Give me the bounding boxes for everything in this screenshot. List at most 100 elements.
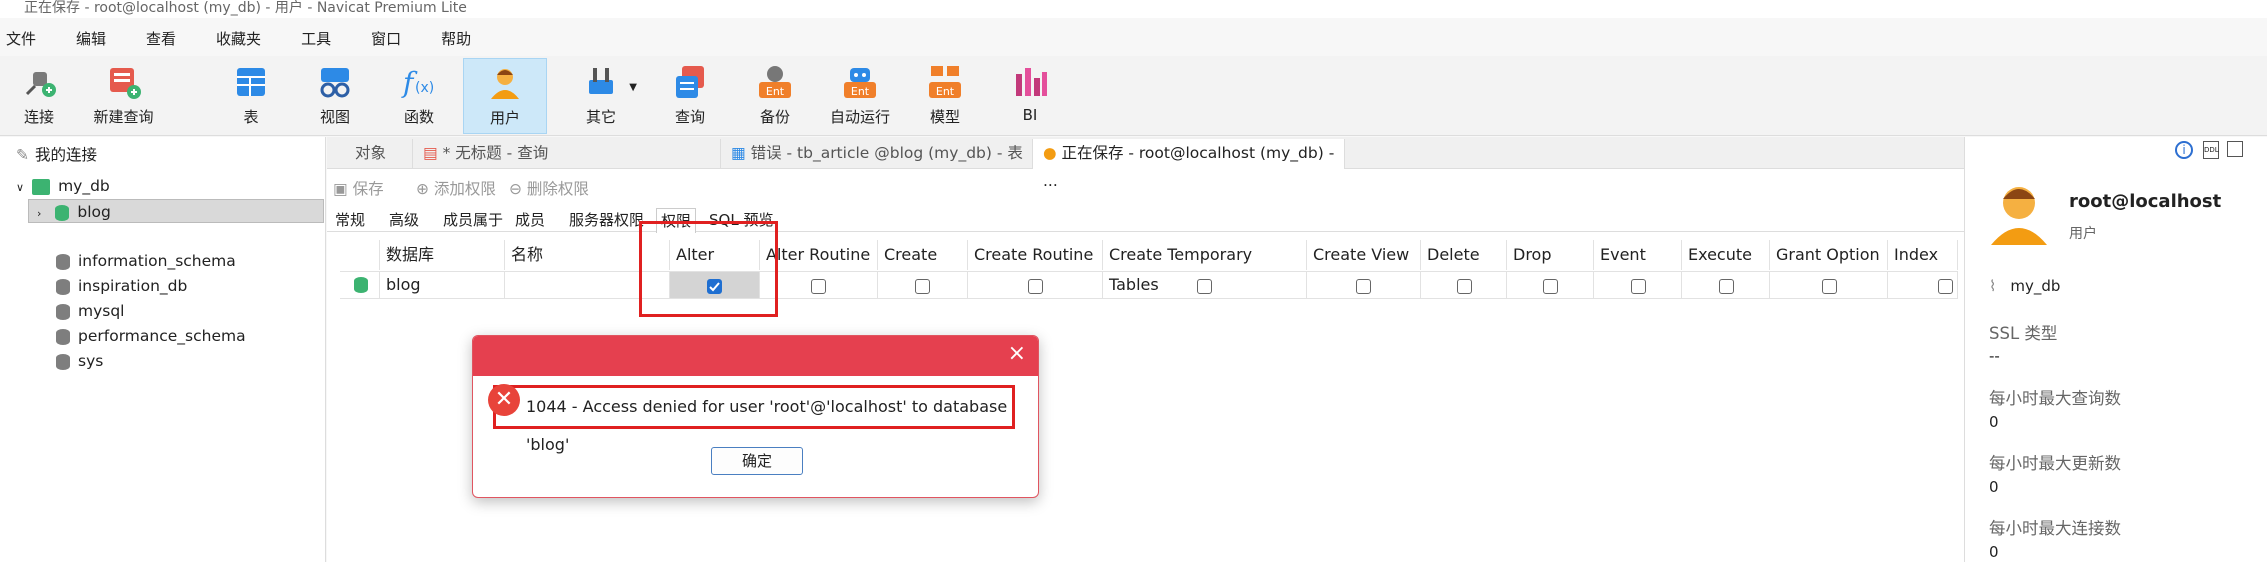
privilege-checkbox[interactable] xyxy=(1028,279,1043,294)
tree-item-database[interactable]: performance_schema xyxy=(56,324,246,348)
tab-tb-article[interactable]: ▦ 错误 - tb_article @blog (my_db) - 表 xyxy=(721,139,1033,169)
tab-untitled-query[interactable]: ▤ * 无标题 - 查询 xyxy=(413,139,721,169)
add-icon: ⊕ xyxy=(416,180,434,198)
column-header[interactable]: Index xyxy=(1888,240,1958,270)
tree-item-blog[interactable]: › blog xyxy=(28,199,324,223)
privilege-checkbox[interactable] xyxy=(1543,279,1558,294)
subtab-advanced[interactable]: 高级 xyxy=(389,208,419,232)
ok-button[interactable]: 确定 xyxy=(711,447,803,475)
toolbar-automation-button[interactable]: Ent 自动运行 xyxy=(818,58,902,134)
toolbar-connect-button[interactable]: 连接 xyxy=(4,58,74,134)
grid-cell-index[interactable] xyxy=(1888,271,1958,299)
toolbar-query-button[interactable]: 查询 xyxy=(655,58,725,134)
chevron-right-icon[interactable]: › xyxy=(37,207,41,220)
menu-favorites[interactable]: 收藏夹 xyxy=(216,28,261,50)
database-icon xyxy=(56,328,70,345)
tree-item-database[interactable]: mysql xyxy=(56,299,125,323)
menu-tools[interactable]: 工具 xyxy=(301,28,331,50)
field-value: 0 xyxy=(1989,543,1999,561)
close-icon[interactable]: × xyxy=(1008,342,1026,366)
grid-cell-create-routine[interactable] xyxy=(968,271,1103,299)
add-permission-button[interactable]: ⊕ 添加权限 xyxy=(416,176,496,202)
column-header[interactable]: Execute xyxy=(1682,240,1770,270)
menu-help[interactable]: 帮助 xyxy=(441,28,471,50)
save-button[interactable]: ▣ 保存 xyxy=(333,176,384,202)
grid-cell-delete[interactable] xyxy=(1421,271,1507,299)
database-icon xyxy=(56,278,70,295)
column-header[interactable]: 数据库 xyxy=(380,240,505,270)
toolbar-backup-button[interactable]: Ent 备份 xyxy=(740,58,810,134)
privilege-checkbox[interactable] xyxy=(1938,279,1953,294)
backup-icon: Ent xyxy=(757,64,793,100)
privilege-checkbox[interactable] xyxy=(1822,279,1837,294)
grid-cell-drop[interactable] xyxy=(1507,271,1594,299)
toolbar-function-button[interactable]: f (x) 函数 xyxy=(384,58,454,134)
layout-icon[interactable] xyxy=(2227,141,2243,157)
toolbar-table-button[interactable]: 表 xyxy=(216,58,286,134)
tree-item-my-db[interactable]: ∨ my_db xyxy=(16,174,110,198)
toolbar-other-button[interactable]: 其它 ▼ xyxy=(561,58,641,134)
user-name: root@localhost xyxy=(2069,191,2222,212)
main-toolbar: 连接 新建查询 表 视图 f (x) 函数 用户 其它 ▼ 查询 Ent 备份 … xyxy=(0,56,2267,136)
privilege-checkbox[interactable] xyxy=(1719,279,1734,294)
grid-cell-execute[interactable] xyxy=(1682,271,1770,299)
svg-text:Ent: Ent xyxy=(766,85,785,98)
menu-edit[interactable]: 编辑 xyxy=(76,28,106,50)
user-subtabs: 常规 高级 成员属于 成员 服务器权限 权限 SQL 预览 xyxy=(327,208,1964,233)
grid-cell-create-view[interactable] xyxy=(1307,271,1421,299)
column-header[interactable]: Create Temporary Tables xyxy=(1103,240,1307,294)
subtab-members[interactable]: 成员 xyxy=(515,208,545,232)
query-icon xyxy=(672,64,708,100)
toolbar-model-button[interactable]: Ent 模型 xyxy=(910,58,980,134)
tree-item-database[interactable]: sys xyxy=(56,349,103,373)
menu-window[interactable]: 窗口 xyxy=(371,28,401,50)
column-header[interactable]: Event xyxy=(1594,240,1682,270)
plug-icon xyxy=(21,64,57,100)
ddl-icon[interactable]: DDL xyxy=(2203,141,2219,159)
info-icon[interactable]: i xyxy=(2175,141,2193,159)
remove-permission-button[interactable]: ⊖ 删除权限 xyxy=(509,176,589,202)
subtab-general[interactable]: 常规 xyxy=(335,208,365,232)
robot-icon: Ent xyxy=(842,64,878,100)
grid-cell-grant-option[interactable] xyxy=(1770,271,1888,299)
grid-cell-create-temp-tables[interactable] xyxy=(1103,271,1307,299)
column-header[interactable]: Create xyxy=(878,240,968,270)
toolbar-new-query-button[interactable]: 新建查询 xyxy=(86,58,161,134)
menu-view[interactable]: 查看 xyxy=(146,28,176,50)
database-icon xyxy=(56,253,70,270)
grid-cell-create[interactable] xyxy=(878,271,968,299)
privilege-checkbox[interactable] xyxy=(1197,279,1212,294)
column-header[interactable]: Drop xyxy=(1507,240,1594,270)
my-connections-header[interactable]: ✎ 我的连接 xyxy=(16,143,97,167)
tab-objects[interactable]: 对象 xyxy=(327,139,413,169)
toolbar-bi-button[interactable]: BI xyxy=(995,58,1065,134)
privilege-checkbox[interactable] xyxy=(811,279,826,294)
tree-item-database[interactable]: inspiration_db xyxy=(56,274,187,298)
grid-cell-database[interactable]: blog xyxy=(380,271,505,299)
privilege-checkbox[interactable] xyxy=(915,279,930,294)
column-header[interactable]: Grant Option xyxy=(1770,240,1888,270)
subtab-member-of[interactable]: 成员属于 xyxy=(443,208,503,232)
menu-file[interactable]: 文件 xyxy=(6,28,36,50)
field-value: -- xyxy=(1989,347,2000,365)
database-icon xyxy=(56,303,70,320)
row-selector[interactable] xyxy=(340,271,380,299)
privilege-checkbox[interactable] xyxy=(1356,279,1371,294)
column-header[interactable]: Create Routine xyxy=(968,240,1103,270)
column-header[interactable]: Delete xyxy=(1421,240,1507,270)
column-header[interactable]: Create View xyxy=(1307,240,1421,270)
toolbar-view-button[interactable]: 视图 xyxy=(300,58,370,134)
subtab-server-privileges[interactable]: 服务器权限 xyxy=(569,208,644,232)
toolbar-user-button[interactable]: 用户 xyxy=(463,58,547,134)
grid-cell-event[interactable] xyxy=(1594,271,1682,299)
tab-user-saving[interactable]: ● 正在保存 - root@localhost (my_db) - ... xyxy=(1033,139,1345,190)
field-value: 0 xyxy=(1989,413,1999,431)
dropdown-arrow-icon[interactable]: ▼ xyxy=(629,82,637,93)
database-icon xyxy=(56,353,70,370)
highlight-alter-column xyxy=(639,221,778,317)
error-message: 1044 - Access denied for user 'root'@'lo… xyxy=(493,385,1015,454)
chevron-down-icon[interactable]: ∨ xyxy=(16,181,24,194)
tree-item-database[interactable]: information_schema xyxy=(56,249,236,273)
privilege-checkbox[interactable] xyxy=(1631,279,1646,294)
privilege-checkbox[interactable] xyxy=(1457,279,1472,294)
